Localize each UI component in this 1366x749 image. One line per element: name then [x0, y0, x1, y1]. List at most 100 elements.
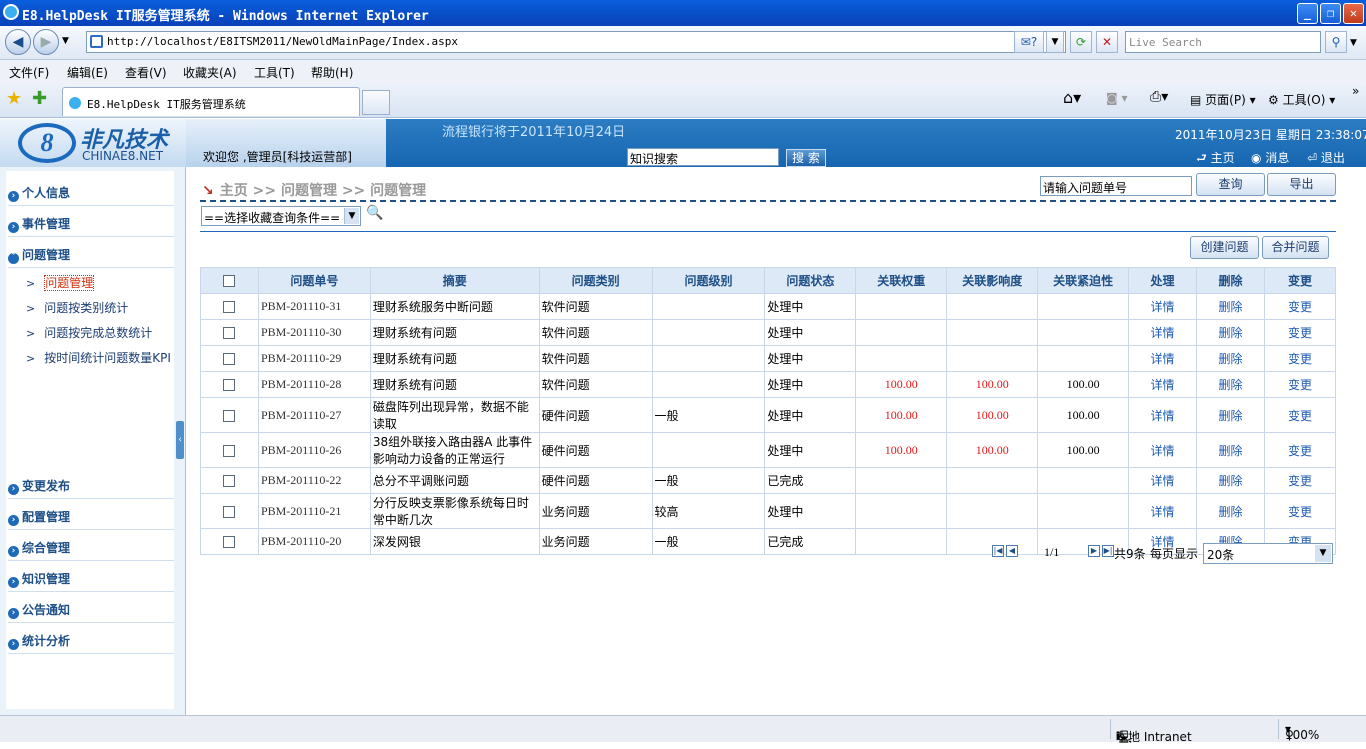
- col-weight[interactable]: 关联权重: [855, 267, 948, 294]
- detail-link[interactable]: 详情: [1128, 467, 1198, 494]
- delete-link[interactable]: 删除: [1196, 293, 1265, 320]
- menu-view[interactable]: 查看(V): [125, 64, 167, 81]
- sidebar-item-kpi[interactable]: > 按时间统计问题数量KPI: [26, 349, 171, 366]
- delete-link[interactable]: 删除: [1196, 397, 1265, 433]
- magnifier-icon[interactable]: 🔍: [366, 205, 383, 221]
- change-link[interactable]: 变更: [1263, 432, 1337, 468]
- sidebar-section-incident[interactable]: › 事件管理: [8, 215, 174, 237]
- menu-file[interactable]: 文件(F): [9, 64, 49, 81]
- more-chevron-icon[interactable]: »: [1352, 84, 1359, 98]
- row-checkbox[interactable]: [200, 371, 259, 398]
- menu-tools[interactable]: 工具(T): [254, 64, 295, 81]
- zoom-control[interactable]: ⚲ 100% ▾: [1285, 722, 1319, 742]
- favorites-star-icon[interactable]: ★: [6, 88, 22, 109]
- menu-edit[interactable]: 编辑(E): [67, 64, 108, 81]
- row-checkbox[interactable]: [200, 493, 259, 529]
- detail-link[interactable]: 详情: [1128, 293, 1198, 320]
- select-all-checkbox[interactable]: [200, 267, 259, 294]
- menu-help[interactable]: 帮助(H): [311, 64, 353, 81]
- change-link[interactable]: 变更: [1263, 397, 1337, 433]
- query-button[interactable]: 查询: [1196, 173, 1265, 196]
- refresh-icon[interactable]: ⟳: [1070, 31, 1092, 53]
- compat-view-icon[interactable]: ✉?: [1014, 31, 1044, 53]
- favorite-query-select[interactable]: ==选择收藏查询条件== ▼: [201, 206, 361, 226]
- change-link[interactable]: 变更: [1263, 345, 1337, 372]
- delete-link[interactable]: 删除: [1196, 493, 1265, 529]
- sidebar-toggle-handle[interactable]: ‹: [176, 421, 184, 459]
- row-checkbox[interactable]: [200, 432, 259, 468]
- col-urgency[interactable]: 关联紧迫性: [1037, 267, 1130, 294]
- row-checkbox[interactable]: [200, 397, 259, 433]
- home-icon[interactable]: ⌂▾: [1063, 88, 1081, 107]
- feeds-icon[interactable]: ◙ ▾: [1106, 91, 1127, 105]
- detail-link[interactable]: 详情: [1128, 397, 1198, 433]
- new-tab-button[interactable]: [362, 90, 390, 115]
- sidebar-section-general[interactable]: › 综合管理: [8, 539, 174, 561]
- tab-helpdesk[interactable]: E8.HelpDesk IT服务管理系统: [62, 87, 360, 116]
- tools-menu[interactable]: ⚙ 工具(O) ▾: [1268, 91, 1335, 108]
- export-button[interactable]: 导出: [1267, 173, 1336, 196]
- detail-link[interactable]: 详情: [1128, 319, 1198, 346]
- change-link[interactable]: 变更: [1263, 493, 1337, 529]
- menu-favorites[interactable]: 收藏夹(A): [183, 64, 237, 81]
- sidebar-item-by-completion[interactable]: > 问题按完成总数统计: [26, 324, 152, 341]
- delete-link[interactable]: 删除: [1196, 319, 1265, 346]
- search-options-icon[interactable]: ▼: [1350, 38, 1357, 48]
- print-icon[interactable]: ⎙▾: [1150, 89, 1168, 105]
- address-input[interactable]: http://localhost/E8ITSM2011/NewOldMainPa…: [86, 31, 1066, 53]
- col-id[interactable]: 问题单号: [257, 267, 371, 294]
- back-button[interactable]: ◀: [5, 29, 31, 55]
- search-icon[interactable]: ⚲: [1325, 31, 1347, 53]
- row-checkbox[interactable]: [200, 345, 259, 372]
- col-impact[interactable]: 关联影响度: [946, 267, 1039, 294]
- history-dropdown-icon[interactable]: ▼: [62, 36, 69, 46]
- detail-link[interactable]: 详情: [1128, 432, 1198, 468]
- row-checkbox[interactable]: [200, 528, 259, 555]
- merge-problem-button[interactable]: 合并问题: [1262, 236, 1329, 259]
- sidebar-section-announce[interactable]: › 公告通知: [8, 601, 174, 623]
- create-problem-button[interactable]: 创建问题: [1190, 236, 1259, 259]
- kb-search-input[interactable]: 知识搜索: [627, 148, 779, 166]
- delete-link[interactable]: 删除: [1196, 467, 1265, 494]
- sidebar-section-problem[interactable]: ˇ 问题管理: [8, 246, 174, 268]
- close-button[interactable]: ✕: [1343, 3, 1364, 24]
- sidebar-section-config[interactable]: › 配置管理: [8, 508, 174, 530]
- forward-button[interactable]: ▶: [33, 29, 59, 55]
- kb-search-button[interactable]: 搜 索: [786, 149, 826, 167]
- col-level[interactable]: 问题级别: [651, 267, 766, 294]
- next-page-icon[interactable]: ▶: [1088, 545, 1100, 557]
- page-size-select[interactable]: 20条 ▼: [1203, 543, 1333, 564]
- logout-link[interactable]: ⏎ 退出: [1307, 149, 1345, 166]
- change-link[interactable]: 变更: [1263, 293, 1337, 320]
- change-link[interactable]: 变更: [1263, 371, 1337, 398]
- detail-link[interactable]: 详情: [1128, 371, 1198, 398]
- last-page-icon[interactable]: ▶|: [1102, 545, 1114, 557]
- change-link[interactable]: 变更: [1263, 319, 1337, 346]
- stop-icon[interactable]: ✕: [1096, 31, 1118, 53]
- sidebar-section-personal[interactable]: › 个人信息: [8, 184, 174, 206]
- row-checkbox[interactable]: [200, 467, 259, 494]
- col-status[interactable]: 问题状态: [764, 267, 857, 294]
- minimize-button[interactable]: _: [1297, 3, 1318, 24]
- col-summary[interactable]: 摘要: [369, 267, 540, 294]
- sidebar-item-by-category[interactable]: > 问题按类别统计: [26, 299, 128, 316]
- delete-link[interactable]: 删除: [1196, 371, 1265, 398]
- prev-page-icon[interactable]: ◀: [1006, 545, 1018, 557]
- message-link[interactable]: ◉ 消息: [1251, 149, 1289, 166]
- first-page-icon[interactable]: |◀: [992, 545, 1004, 557]
- change-link[interactable]: 变更: [1263, 467, 1337, 494]
- detail-link[interactable]: 详情: [1128, 345, 1198, 372]
- delete-link[interactable]: 删除: [1196, 345, 1265, 372]
- live-search-input[interactable]: Live Search: [1125, 31, 1321, 53]
- page-menu[interactable]: ▤ 页面(P) ▾: [1190, 91, 1256, 108]
- col-category[interactable]: 问题类别: [538, 267, 653, 294]
- sidebar-section-stats[interactable]: › 统计分析: [8, 632, 174, 654]
- sidebar-section-change[interactable]: › 变更发布: [8, 477, 174, 499]
- row-checkbox[interactable]: [200, 293, 259, 320]
- add-favorite-icon[interactable]: ✚: [32, 88, 47, 109]
- row-checkbox[interactable]: [200, 319, 259, 346]
- detail-link[interactable]: 详情: [1128, 493, 1198, 529]
- sidebar-section-knowledge[interactable]: › 知识管理: [8, 570, 174, 592]
- address-dropdown-icon[interactable]: ▼: [1046, 31, 1064, 53]
- problem-id-search-input[interactable]: 请输入问题单号: [1040, 176, 1192, 196]
